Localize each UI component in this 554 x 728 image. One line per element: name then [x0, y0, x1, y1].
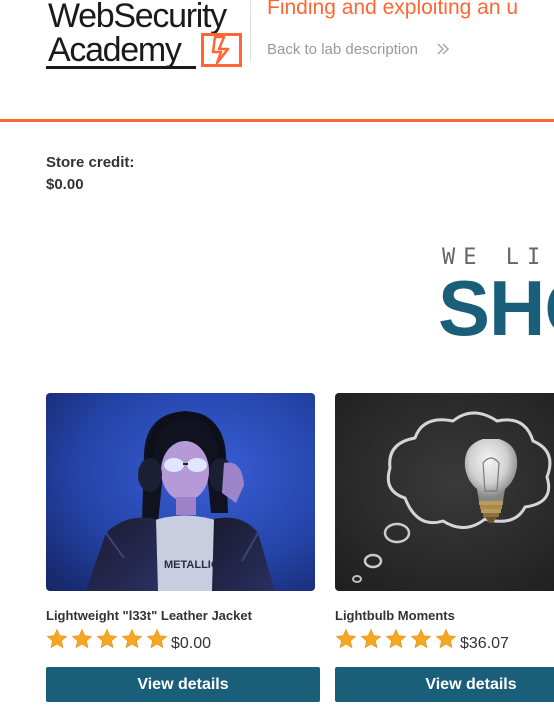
store-credit-value: $0.00: [46, 176, 84, 193]
star-icon: [410, 628, 432, 649]
star-icon: [71, 628, 93, 649]
logo-lightning-icon: [201, 33, 242, 67]
star-icon: [385, 628, 407, 649]
web-security-academy-logo[interactable]: WebSecurity Academy: [46, 0, 248, 70]
person-with-headphones-image[interactable]: METALLICA: [46, 393, 315, 591]
product-rating: [46, 628, 171, 650]
logo-line2: Academy: [48, 31, 182, 69]
product-price: $0.00: [171, 635, 212, 652]
header-divider: [250, 0, 251, 62]
view-details-button[interactable]: View details: [335, 667, 554, 702]
product-price: $36.07: [460, 635, 509, 652]
star-icon: [146, 628, 168, 649]
lab-title: Finding and exploiting an u: [267, 0, 519, 19]
product-name: Lightweight "l33t" Leather Jacket: [46, 608, 252, 623]
header-separator: [0, 119, 554, 122]
store-credit-label: Store credit:: [46, 154, 135, 171]
star-icon: [96, 628, 118, 649]
product-rating: [335, 628, 460, 650]
view-details-button[interactable]: View details: [46, 667, 320, 702]
logo-underline: [46, 66, 196, 69]
double-chevron-right-icon[interactable]: [436, 42, 450, 56]
star-icon: [435, 628, 457, 649]
page: WebSecurity Academy Finding and exploiti…: [0, 0, 554, 728]
lightbulb-chalkboard-image[interactable]: [335, 393, 554, 591]
star-icon: [121, 628, 143, 649]
star-icon: [335, 628, 357, 649]
star-icon: [46, 628, 68, 649]
back-to-lab-description-link[interactable]: Back to lab description: [267, 41, 418, 59]
product-name: Lightbulb Moments: [335, 608, 455, 623]
star-icon: [360, 628, 382, 649]
banner-title: SHO: [438, 264, 554, 352]
